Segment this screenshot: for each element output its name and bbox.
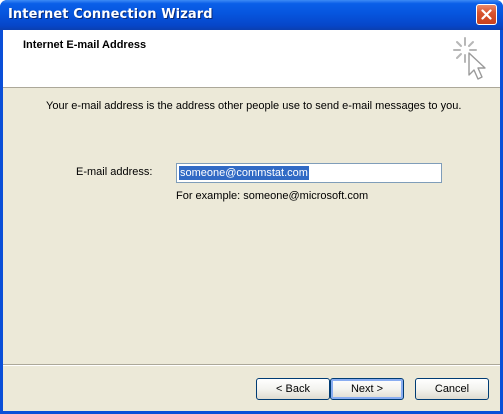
close-icon (481, 9, 492, 20)
email-field-value: someone@commstat.com (179, 166, 309, 180)
back-button[interactable]: < Back (256, 378, 330, 400)
description-text: Your e-mail address is the address other… (46, 100, 462, 112)
email-example-text: For example: someone@microsoft.com (176, 190, 369, 202)
wizard-wand-icon (453, 37, 486, 80)
next-button[interactable]: Next > (330, 378, 404, 400)
email-field-label: E-mail address: (76, 166, 153, 178)
footer-divider (3, 364, 500, 366)
close-button[interactable] (476, 4, 497, 25)
cancel-button[interactable]: Cancel (415, 378, 489, 400)
dialog-body: Internet E-mail Address Your e-mail addr… (3, 30, 500, 411)
window-title: Internet Connection Wizard (8, 7, 213, 22)
wizard-window: Internet Connection Wizard Internet E-ma… (0, 0, 503, 414)
wizard-header: Internet E-mail Address (3, 30, 500, 88)
email-field[interactable]: someone@commstat.com (176, 163, 442, 183)
title-bar[interactable]: Internet Connection Wizard (0, 0, 503, 30)
page-title: Internet E-mail Address (23, 39, 147, 51)
